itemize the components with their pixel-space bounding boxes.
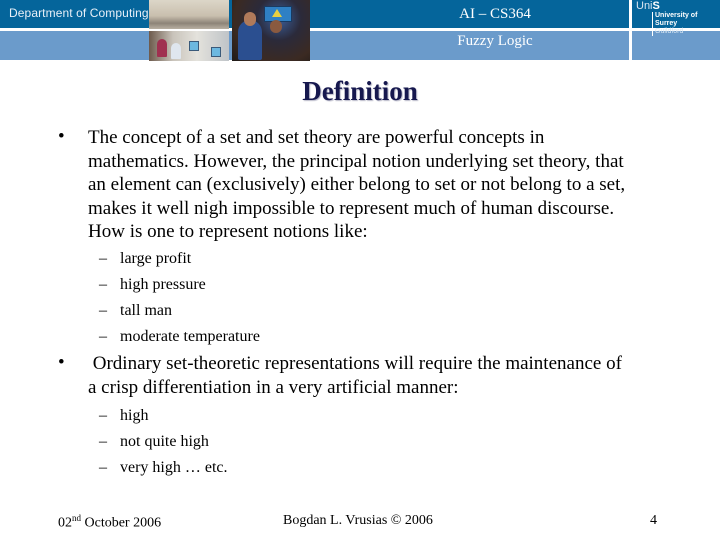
monitor-icon xyxy=(189,41,199,51)
sub-item: tall man xyxy=(120,302,172,319)
dash-marker: – xyxy=(99,459,107,476)
person-head xyxy=(270,20,282,33)
paragraph-line: How is one to represent notions like: xyxy=(88,221,368,242)
paragraph-line: a crisp differentiation in a very artifi… xyxy=(88,376,459,398)
sub-item: high xyxy=(120,407,149,424)
topic-title: Fuzzy Logic xyxy=(457,33,533,49)
date-month-year: October 2006 xyxy=(81,515,162,531)
sub-item: high pressure xyxy=(120,276,206,293)
photo-lecture-hall xyxy=(149,0,229,29)
monitor-icon xyxy=(211,47,221,57)
paragraph-line: The concept of a set and set theory are … xyxy=(88,127,545,148)
sub-item: very high … etc. xyxy=(120,459,228,476)
sub-item: not quite high xyxy=(120,433,209,450)
bullet-marker: • xyxy=(58,126,65,147)
bullet-marker: • xyxy=(58,352,65,373)
unis-logo: UniS xyxy=(636,0,660,12)
course-title: AI – CS364 xyxy=(459,6,531,22)
page-number: 4 xyxy=(650,513,657,528)
university-name: University of Surrey xyxy=(655,12,698,27)
header-divider xyxy=(629,0,632,61)
person-head xyxy=(244,12,256,26)
date-day: 02 xyxy=(58,515,72,531)
person-figure xyxy=(171,43,181,59)
date-suffix: nd xyxy=(72,513,81,523)
photo-computer-lab xyxy=(149,31,229,61)
dash-marker: – xyxy=(99,302,107,319)
footer-author: Bogdan L. Vrusias © 2006 xyxy=(283,513,433,528)
university-place: Guildford xyxy=(655,28,684,35)
paragraph-line: Ordinary set-theoretic representations w… xyxy=(88,353,622,374)
dash-marker: – xyxy=(99,433,107,450)
person-figure xyxy=(238,20,262,60)
paragraph-line: an element can (exclusively) either belo… xyxy=(88,174,626,195)
department-label: Department of Computing xyxy=(9,6,149,20)
sub-item: moderate temperature xyxy=(120,328,260,345)
sub-item: large profit xyxy=(120,250,192,267)
logo-uni-text: Uni xyxy=(636,0,653,12)
dash-marker: – xyxy=(99,328,107,345)
photo-students-at-screen xyxy=(232,0,310,61)
person-figure xyxy=(157,39,167,57)
logo-s-text: S xyxy=(652,0,660,12)
dash-marker: – xyxy=(99,250,107,267)
university-logo-text: University of Surrey Guildford xyxy=(652,12,720,36)
paragraph-line: makes it well nigh impossible to represe… xyxy=(88,197,615,219)
slide-title: Definition xyxy=(302,76,418,106)
dash-marker: – xyxy=(99,276,107,293)
bullet-paragraph-2: Ordinary set-theoretic representations w… xyxy=(80,352,700,399)
dash-marker: – xyxy=(99,407,107,424)
bullet-paragraph-1: The concept of a set and set theory are … xyxy=(88,126,688,244)
footer-date: 02nd October 2006 xyxy=(58,513,161,532)
paragraph-line: mathematics. However, the principal noti… xyxy=(88,150,624,172)
triangle-graphic xyxy=(272,9,282,17)
